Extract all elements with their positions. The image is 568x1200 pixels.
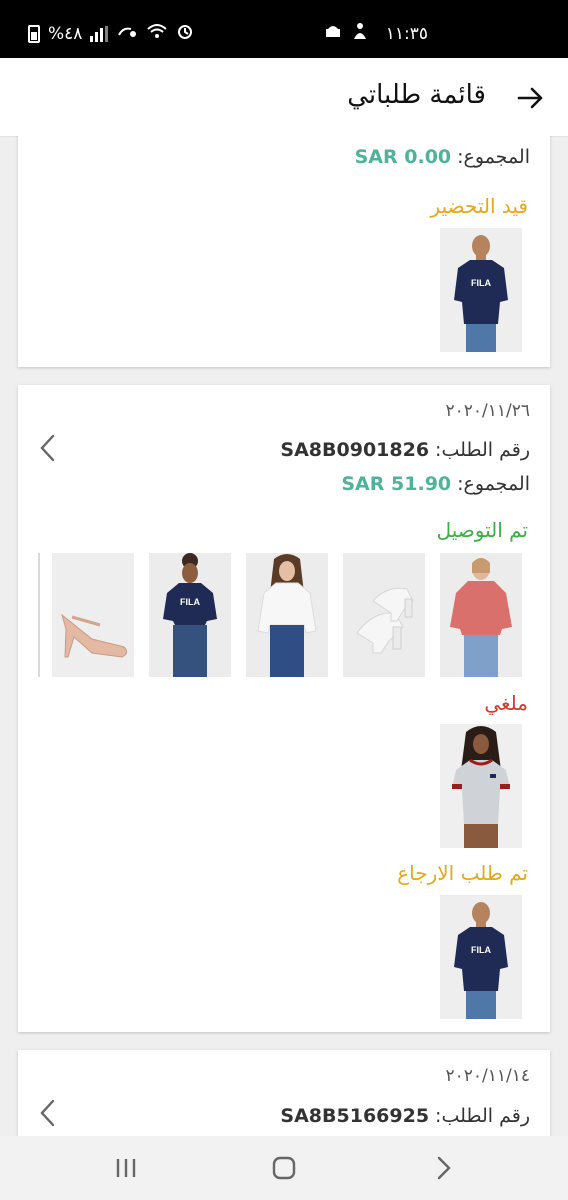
tshirt-model-image: FILA [440,228,522,352]
nude-heels-image [52,553,134,677]
orders-list[interactable]: المجموع:0.00 SAR قيد التحضير FILA ٢٠٢٠/١… [0,136,568,1136]
status-icons-right: ١١:٣٥ [324,22,428,45]
white-blouse-model-image [246,553,328,677]
fila-tshirt-model-image: FILA [440,895,522,1019]
scroll-edge [38,553,40,677]
app-header: قائمة طلباتي [0,58,568,137]
wifi-icon [146,22,168,45]
status-icons-left: %٤٨ [28,22,194,45]
white-sandals-image [343,553,425,677]
recent-apps-button[interactable] [112,1154,140,1182]
app-icon [352,22,368,45]
order-number-label: رقم الطلب: [435,1105,530,1127]
status-cancelled: ملغي [484,691,528,715]
home-icon [272,1156,296,1180]
order-number-value: SA8B0901826 [280,439,430,461]
product-thumbnail[interactable]: FILA [440,228,522,352]
order-card[interactable]: المجموع:0.00 SAR قيد التحضير FILA [18,136,550,367]
status-delivered: تم التوصيل [436,518,528,542]
card-chevron[interactable] [38,433,58,463]
svg-text:FILA: FILA [180,597,200,607]
home-button[interactable] [270,1154,298,1182]
total-label: المجموع: [457,473,530,495]
alarm-icon [176,22,194,45]
order-date: ٢٠٢٠/١١/١٤ [445,1066,530,1086]
svg-text:FILA: FILA [471,278,491,288]
product-thumbnail[interactable] [246,553,328,677]
pink-sweater-model-image [440,553,522,677]
order-total-row: المجموع:51.90 SAR [341,473,530,495]
total-value: 0.00 SAR [354,146,452,168]
system-back-button[interactable] [430,1154,458,1182]
status-preparing: قيد التحضير [430,194,528,218]
wifi-call-icon [116,22,138,45]
svg-text:FILA: FILA [471,945,491,955]
chevron-left-icon [40,434,55,462]
product-thumbnail[interactable]: FILA [440,895,522,1019]
order-number-label: رقم الطلب: [435,439,530,461]
order-total-row: المجموع:0.00 SAR [355,146,530,168]
back-button[interactable] [514,82,546,114]
battery-level: %٤٨ [48,23,83,44]
order-number-value: SA8B5166925 [280,1105,430,1127]
chevron-right-icon [437,1156,451,1180]
battery-icon [28,24,40,43]
product-thumbnail[interactable] [440,553,522,677]
chevron-left-icon [40,1099,55,1127]
status-bar: %٤٨ ١١:٣٥ [0,0,568,58]
status-return-requested: تم طلب الارجاع [397,861,528,885]
notification-icon [324,23,342,44]
page-title: قائمة طلباتي [347,80,486,110]
order-card[interactable]: ٢٠٢٠/١١/١٤ رقم الطلب:SA8B5166925 [18,1050,550,1136]
product-thumbnail[interactable] [343,553,425,677]
total-label: المجموع: [457,146,530,168]
order-number-row: رقم الطلب:SA8B0901826 [280,439,530,461]
total-value: 51.90 SAR [341,473,452,495]
clock-time: ١١:٣٥ [385,23,428,44]
system-navigation-bar [0,1136,568,1200]
product-thumbnail[interactable]: FILA [149,553,231,677]
product-thumbnail[interactable] [440,724,522,848]
fila-tshirt-model-image: FILA [149,553,231,677]
card-chevron[interactable] [38,1098,58,1128]
order-card[interactable]: ٢٠٢٠/١١/٢٦ رقم الطلب:SA8B0901826 المجموع… [18,385,550,1032]
order-number-row: رقم الطلب:SA8B5166925 [280,1105,530,1127]
grey-tshirt-model-image [440,724,522,848]
recent-apps-icon [116,1159,136,1177]
order-date: ٢٠٢٠/١١/٢٦ [445,401,530,421]
arrow-right-icon [517,87,543,109]
signal-icon [90,25,109,42]
product-thumbnail[interactable] [52,553,134,677]
